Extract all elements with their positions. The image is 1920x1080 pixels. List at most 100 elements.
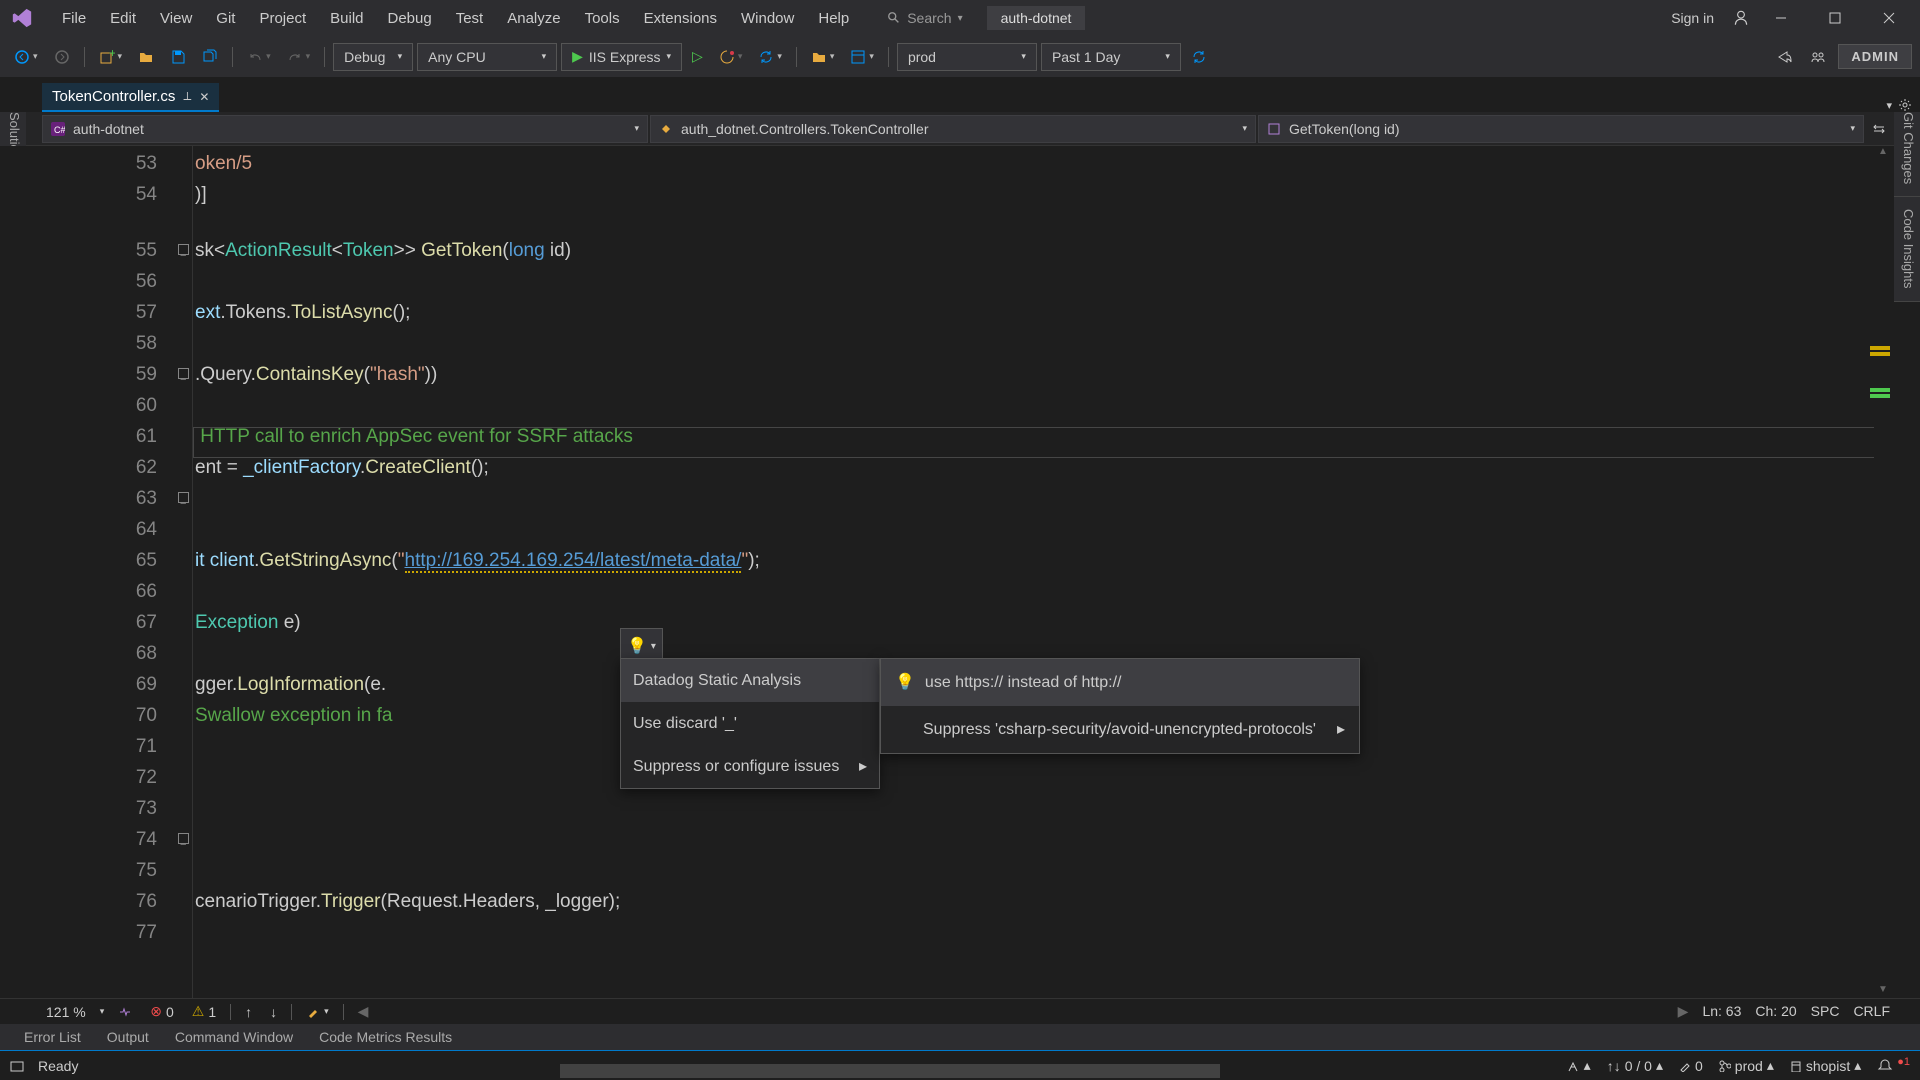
menu-git[interactable]: Git xyxy=(206,6,245,31)
submenu-suppress-rule[interactable]: Suppress 'csharp-security/avoid-unencryp… xyxy=(881,706,1359,753)
title-bar: File Edit View Git Project Build Debug T… xyxy=(0,0,1920,36)
current-line-highlight xyxy=(193,427,1880,458)
svg-text:C#: C# xyxy=(54,125,65,135)
menu-extensions[interactable]: Extensions xyxy=(634,6,727,31)
open-button[interactable] xyxy=(132,43,160,71)
scroll-down-icon[interactable]: ▼ xyxy=(1874,984,1892,998)
member-nav-dropdown[interactable]: GetToken(long id)▾ xyxy=(1258,115,1864,143)
menu-project[interactable]: Project xyxy=(249,6,316,31)
sync-status[interactable]: ↑↓ 0 / 0 ▴ xyxy=(1607,1057,1663,1074)
hot-reload-button[interactable]: ▾ xyxy=(713,43,749,71)
env-dropdown[interactable]: prod▾ xyxy=(897,43,1037,71)
nav-forward-button[interactable] xyxy=(48,43,76,71)
bottom-tool-tabs: Error List Output Command Window Code Me… xyxy=(0,1024,1920,1050)
notifications-icon[interactable]: ●1 xyxy=(1877,1058,1910,1074)
command-window-tab[interactable]: Command Window xyxy=(163,1026,305,1048)
share-button[interactable] xyxy=(1770,43,1798,71)
live-share-button[interactable] xyxy=(1804,43,1832,71)
window-layout-button[interactable]: ▾ xyxy=(844,43,880,71)
zoom-level[interactable]: 121 % xyxy=(42,1002,90,1022)
save-all-button[interactable] xyxy=(196,43,224,71)
close-icon[interactable]: ✕ xyxy=(199,90,209,104)
search-box[interactable]: Search ▾ xyxy=(879,8,970,28)
timerange-dropdown[interactable]: Past 1 Day▾ xyxy=(1041,43,1181,71)
minimize-button[interactable] xyxy=(1758,3,1804,33)
editor-tab-bar: TokenController.cs ⟂ ✕ ▾ xyxy=(0,78,1920,112)
indent-mode[interactable]: SPC xyxy=(1811,1003,1840,1020)
menu-window[interactable]: Window xyxy=(731,6,804,31)
file-tab-tokencontroller[interactable]: TokenController.cs ⟂ ✕ xyxy=(42,82,219,112)
config-dropdown[interactable]: Debug▾ xyxy=(333,43,413,71)
source-control-icon[interactable]: ▴ xyxy=(1566,1057,1591,1074)
code-area[interactable]: oken/5 )] sk<ActionResult<Token>> GetTok… xyxy=(193,146,1920,998)
menu-edit[interactable]: Edit xyxy=(100,6,146,31)
menu-build[interactable]: Build xyxy=(320,6,373,31)
nav-up-button[interactable]: ↑ xyxy=(241,1002,256,1022)
hscroll-left-icon[interactable]: ◀ xyxy=(354,1001,373,1022)
submenu-use-https[interactable]: 💡 use https:// instead of http:// xyxy=(881,659,1359,706)
platform-dropdown[interactable]: Any CPU▾ xyxy=(417,43,557,71)
close-button[interactable] xyxy=(1866,3,1912,33)
save-button[interactable] xyxy=(164,43,192,71)
maximize-button[interactable] xyxy=(1812,3,1858,33)
start-without-debug-button[interactable]: ▷ xyxy=(686,43,709,71)
tab-settings-icon[interactable] xyxy=(1898,98,1912,112)
menu-view[interactable]: View xyxy=(150,6,202,31)
quickfix-suppress-configure[interactable]: Suppress or configure issues▸ xyxy=(621,745,879,788)
signin-link[interactable]: Sign in xyxy=(1661,6,1724,30)
refresh-button[interactable]: ▾ xyxy=(752,43,788,71)
warning-count[interactable]: ⚠1 xyxy=(188,1001,220,1022)
hscroll-right-icon[interactable]: ▶ xyxy=(1678,1003,1689,1020)
menu-test[interactable]: Test xyxy=(446,6,494,31)
run-button[interactable]: ▶IIS Express▾ xyxy=(561,43,682,71)
lightbulb-icon: 💡 xyxy=(895,667,915,698)
folding-margin[interactable] xyxy=(175,146,193,998)
menu-help[interactable]: Help xyxy=(808,6,859,31)
nav-back-button[interactable]: ▾ xyxy=(8,43,44,71)
nav-down-button[interactable]: ↓ xyxy=(266,1002,281,1022)
horizontal-scrollbar[interactable] xyxy=(560,1064,1220,1078)
output-pane-icon[interactable] xyxy=(10,1059,24,1073)
code-metrics-tab[interactable]: Code Metrics Results xyxy=(307,1026,464,1048)
menu-tools[interactable]: Tools xyxy=(575,6,630,31)
tab-overflow-icon[interactable]: ▾ xyxy=(1886,99,1892,112)
health-icon[interactable] xyxy=(114,1003,136,1021)
scroll-up-icon[interactable]: ▲ xyxy=(1874,146,1892,160)
cursor-line: Ln: 63 xyxy=(1702,1003,1741,1020)
class-nav-dropdown[interactable]: auth_dotnet.Controllers.TokenController▾ xyxy=(650,115,1256,143)
svg-text:+: + xyxy=(109,49,115,60)
pending-changes[interactable]: 0 xyxy=(1679,1058,1703,1074)
search-label: Search xyxy=(907,10,951,26)
output-tab[interactable]: Output xyxy=(95,1026,161,1048)
redo-button[interactable]: ▾ xyxy=(281,43,317,71)
menu-file[interactable]: File xyxy=(52,6,96,31)
repo-status[interactable]: shopist ▴ xyxy=(1790,1057,1861,1074)
project-nav-dropdown[interactable]: C# auth-dotnet▾ xyxy=(42,115,648,143)
pin-icon[interactable]: ⟂ xyxy=(183,89,191,104)
chevron-down-icon: ▾ xyxy=(958,13,963,24)
line-gutter: 53 54 55 56 57 58 59 60 61 62 63 64 65 6… xyxy=(0,146,175,998)
cursor-char: Ch: 20 xyxy=(1755,1003,1796,1020)
folder-button[interactable]: ▾ xyxy=(805,43,841,71)
error-list-tab[interactable]: Error List xyxy=(12,1026,93,1048)
main-toolbar: ▾ +▾ ▾ ▾ Debug▾ Any CPU▾ ▶IIS Express▾ ▷… xyxy=(0,36,1920,78)
refresh-data-button[interactable] xyxy=(1185,43,1213,71)
quickfix-header[interactable]: Datadog Static Analysis xyxy=(621,659,879,702)
user-icon[interactable] xyxy=(1732,9,1750,27)
error-count[interactable]: ⊗0 xyxy=(146,1001,178,1022)
quickfix-submenu: 💡 use https:// instead of http:// Suppre… xyxy=(880,658,1360,754)
line-ending[interactable]: CRLF xyxy=(1853,1003,1890,1020)
quickfix-use-discard[interactable]: Use discard '_' xyxy=(621,702,879,745)
brush-button[interactable]: ▾ xyxy=(302,1003,333,1021)
menu-debug[interactable]: Debug xyxy=(378,6,442,31)
code-editor[interactable]: 53 54 55 56 57 58 59 60 61 62 63 64 65 6… xyxy=(0,146,1920,998)
undo-button[interactable]: ▾ xyxy=(241,43,277,71)
solution-name[interactable]: auth-dotnet xyxy=(987,6,1086,30)
method-icon xyxy=(1267,121,1283,137)
csharp-project-icon: C# xyxy=(51,121,67,137)
quickfix-menu: Datadog Static Analysis Use discard '_' … xyxy=(620,658,880,789)
swap-icon[interactable] xyxy=(1866,122,1892,136)
new-item-button[interactable]: +▾ xyxy=(93,43,129,71)
menu-analyze[interactable]: Analyze xyxy=(497,6,570,31)
branch-status[interactable]: prod ▴ xyxy=(1719,1057,1774,1074)
